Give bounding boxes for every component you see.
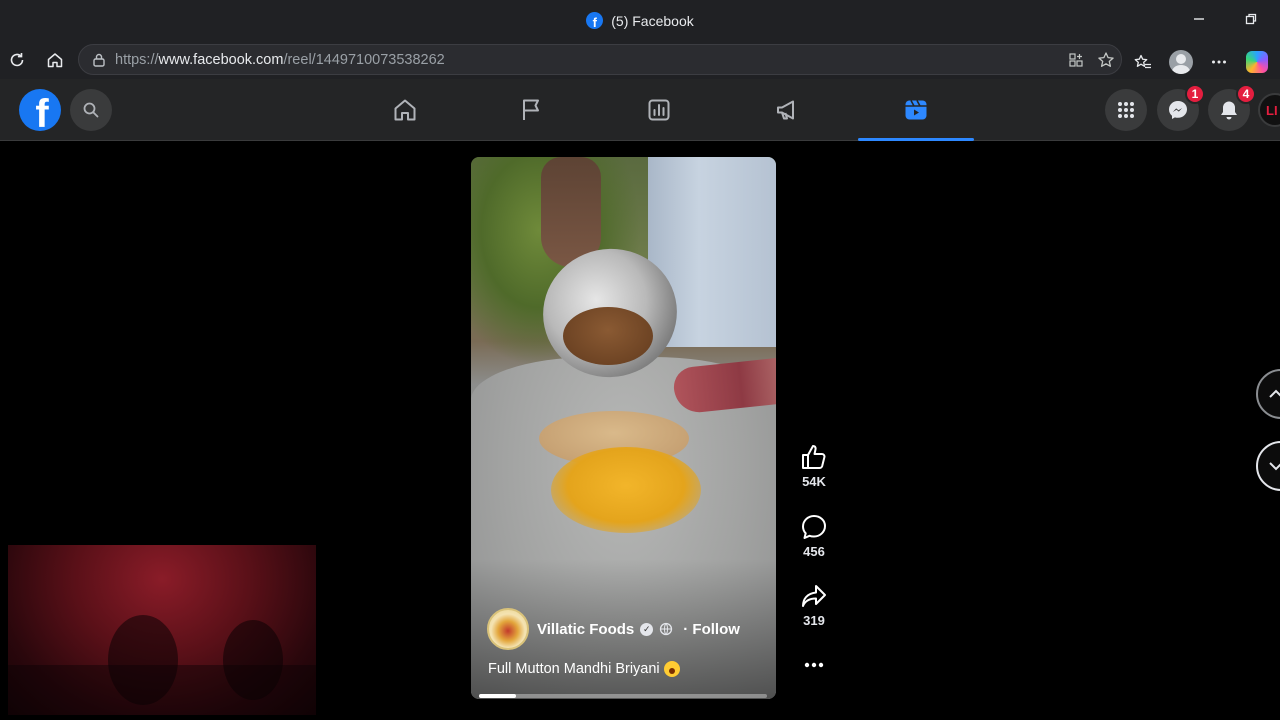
next-reel-button[interactable] (1256, 441, 1280, 491)
share-icon (802, 585, 826, 607)
chevron-up-icon (1269, 389, 1280, 398)
more-options-icon[interactable] (1202, 45, 1236, 79)
search-button[interactable] (70, 89, 112, 131)
like-icon (802, 445, 826, 469)
copilot-logo (1246, 51, 1268, 73)
facebook-header: f 1 4 LI (0, 79, 1280, 141)
minimize-icon[interactable] (1188, 8, 1210, 30)
tab-pages[interactable] (474, 79, 590, 141)
messenger-icon (1169, 101, 1187, 119)
verified-badge-icon: ✓ (640, 622, 654, 636)
more-dots-icon (804, 662, 824, 668)
menu-button[interactable] (1105, 89, 1147, 131)
flag-icon (523, 99, 539, 120)
tab-title: f (5) Facebook (586, 12, 694, 29)
browser-toolbar: https://www.facebook.com/reel/1449710073… (0, 41, 1280, 79)
notifications-badge: 4 (1236, 84, 1256, 104)
favorites-icon[interactable] (1126, 45, 1160, 79)
megaphone-icon (777, 100, 794, 120)
url-host: www.facebook.com (158, 51, 284, 68)
chart-icon (648, 99, 670, 121)
profile-avatar-icon[interactable] (1164, 45, 1198, 79)
video-progress-bar[interactable] (479, 694, 767, 698)
reel-video[interactable]: Villatic Foods ✓ · Follow Full Mutton Ma… (471, 157, 776, 699)
comment-count: 456 (803, 544, 825, 559)
tab-title-text: (5) Facebook (611, 12, 694, 29)
facebook-logo-icon[interactable]: f (19, 89, 61, 131)
profile-avatar (1169, 50, 1193, 74)
webcam-foreground (8, 665, 316, 715)
notifications-button[interactable]: 4 (1208, 84, 1256, 131)
bell-icon (1221, 101, 1237, 120)
astonished-emoji-icon (663, 661, 680, 677)
messenger-badge: 1 (1185, 84, 1205, 104)
browser-toolbar-right (1126, 43, 1280, 81)
share-action[interactable]: 319 (794, 582, 834, 628)
lock-icon[interactable] (91, 51, 109, 69)
tab-home[interactable] (347, 79, 463, 141)
reel-caption: Full Mutton Mandhi Briyani (488, 661, 680, 677)
home-browser-icon[interactable] (38, 43, 72, 77)
more-actions-button[interactable] (794, 654, 834, 676)
search-icon (83, 102, 99, 118)
tab-insights[interactable] (601, 79, 717, 141)
webcam-overlay (8, 545, 316, 715)
follow-button[interactable]: · Follow (683, 621, 740, 638)
tab-reels[interactable] (858, 79, 974, 141)
comment-action[interactable]: 456 (794, 513, 834, 559)
author-avatar[interactable] (487, 608, 529, 650)
tab-ads[interactable] (729, 79, 845, 141)
video-spice-powder (563, 307, 653, 365)
window-controls (1188, 8, 1262, 30)
previous-reel-button[interactable] (1256, 369, 1280, 419)
home-icon (394, 99, 416, 121)
like-action[interactable]: 54K (794, 443, 834, 489)
favorite-star-icon[interactable] (1095, 49, 1117, 71)
facebook-favicon-icon: f (586, 12, 604, 29)
url-prefix: https:// (115, 51, 159, 68)
account-avatar[interactable]: LI (1258, 93, 1280, 127)
reels-icon (905, 100, 927, 120)
share-count: 319 (803, 613, 825, 628)
like-count: 54K (802, 474, 826, 489)
chevron-down-icon (1269, 462, 1280, 471)
browser-title-bar: f (5) Facebook (0, 0, 1280, 41)
video-progress-fill (479, 694, 517, 698)
restore-icon[interactable] (1240, 8, 1262, 30)
video-turmeric (551, 447, 701, 533)
refresh-icon[interactable] (0, 43, 34, 77)
author-name[interactable]: Villatic Foods (537, 621, 634, 638)
messenger-button[interactable]: 1 (1157, 84, 1205, 131)
account-initials: LI (1266, 102, 1278, 118)
caption-text: Full Mutton Mandhi Briyani (488, 661, 660, 677)
grid-menu-icon (1118, 102, 1134, 118)
address-bar[interactable]: https://www.facebook.com/reel/1449710073… (78, 44, 1122, 75)
app-available-icon[interactable] (1065, 49, 1087, 71)
comment-icon (802, 515, 826, 539)
globe-icon (659, 622, 673, 636)
url-text: https://www.facebook.com/reel/1449710073… (115, 52, 445, 68)
reel-author: Villatic Foods ✓ · Follow (487, 608, 740, 650)
copilot-icon[interactable] (1240, 45, 1274, 79)
url-path: /reel/1449710073538262 (283, 51, 445, 68)
